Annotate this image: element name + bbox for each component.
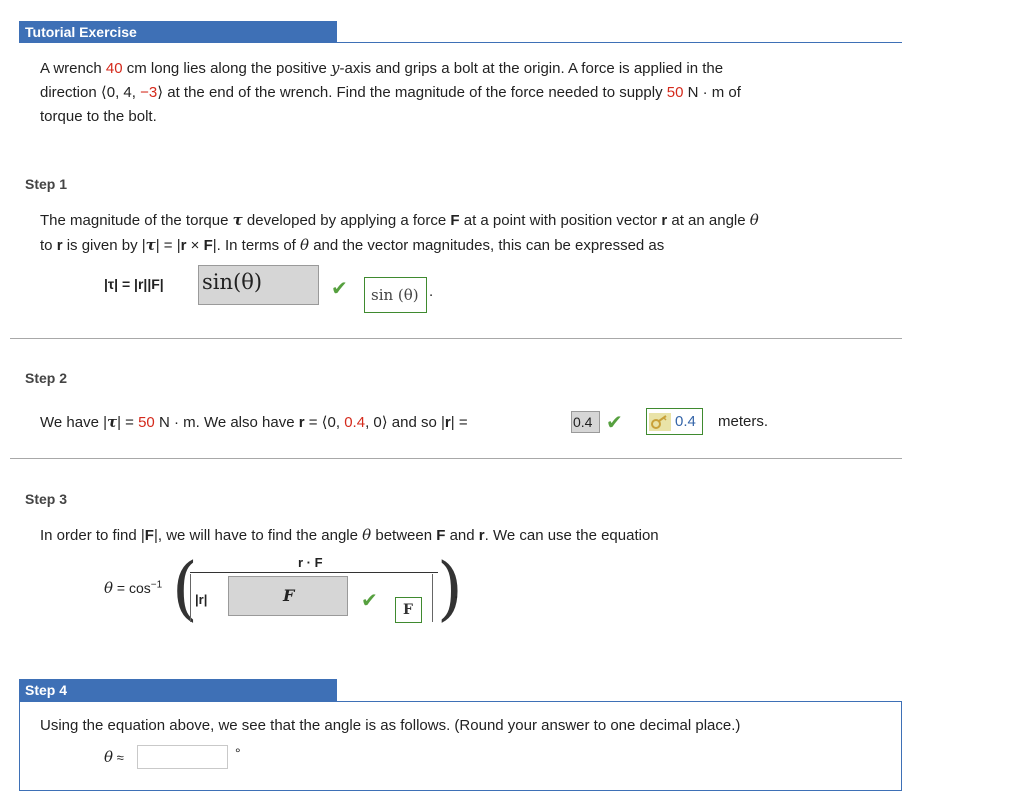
tutorial-rule	[19, 42, 902, 43]
tutorial-title: Tutorial Exercise	[25, 24, 137, 40]
step3-numerator: r · F	[298, 555, 323, 570]
step1-answer-box[interactable]: sin(θ)	[198, 265, 319, 305]
step1-answer-value: sin(θ)	[202, 270, 263, 294]
den-bracket-left	[190, 574, 191, 622]
step2-answer-box[interactable]: 0.4	[571, 411, 600, 433]
step1-period: .	[429, 283, 434, 300]
step3-den-r: |r|	[195, 592, 208, 607]
step2-torque: 50	[138, 414, 155, 431]
step4-theta-approx: θ ≈	[104, 748, 124, 766]
problem-line-1: A wrench 40 cm long lies along the posit…	[40, 59, 724, 77]
step4-label: Step 4	[25, 682, 68, 698]
right-paren: )	[437, 548, 463, 629]
angle-answer-input[interactable]	[137, 745, 228, 769]
step2-r-y: 0.4	[344, 414, 366, 431]
step4-header: Step 4	[19, 679, 337, 701]
step3-label: Step 3	[25, 491, 68, 507]
step2-answer-value: 0.4	[573, 414, 593, 430]
step3-correct-check-icon: ✔	[361, 590, 378, 612]
problem-statement: A wrench 40 cm long lies along the posit…	[40, 56, 880, 129]
step2-label: Step 2	[25, 370, 68, 386]
problem-line-2: direction ⟨0, 4, −3⟩ at the end of the w…	[40, 84, 741, 101]
degree-symbol: °	[235, 745, 241, 761]
step1-answer-key: sin (θ)	[364, 277, 427, 313]
step2-units: meters.	[718, 413, 769, 430]
tutorial-header: Tutorial Exercise	[19, 21, 337, 43]
divider-2	[10, 458, 902, 459]
divider-1	[10, 338, 902, 339]
step2-correct-check-icon: ✔	[606, 412, 623, 434]
step2-answer-key: 0.4	[646, 408, 703, 435]
step1-label: Step 1	[25, 176, 68, 192]
key-icon	[649, 413, 671, 431]
step4-text: Using the equation above, we see that th…	[40, 717, 741, 734]
fraction-bar	[190, 572, 438, 573]
step3-equation-lhs: θ = cos−1	[104, 579, 163, 597]
step1-equation-prefix: |τ| = |r||F|	[104, 276, 164, 292]
direction-z: −3	[140, 84, 158, 101]
left-paren: (	[172, 548, 198, 629]
wrench-length: 40	[105, 60, 123, 77]
step1-correct-check-icon: ✔	[331, 278, 348, 300]
torque-value: 50	[666, 84, 684, 101]
step3-answer-value: F	[283, 586, 295, 605]
den-bracket-right	[432, 574, 433, 622]
step3-text: In order to find |F|, we will have to fi…	[40, 526, 659, 544]
step1-text: The magnitude of the torque τ developed …	[40, 211, 759, 254]
step3-answer-key: F	[395, 597, 422, 623]
problem-line-3: torque to the bolt.	[40, 108, 157, 125]
step2-text: We have |τ| = 50 N · m. We also have r =…	[40, 413, 468, 431]
step3-period: .	[454, 585, 459, 602]
step3-answer-box[interactable]: F	[228, 576, 348, 616]
